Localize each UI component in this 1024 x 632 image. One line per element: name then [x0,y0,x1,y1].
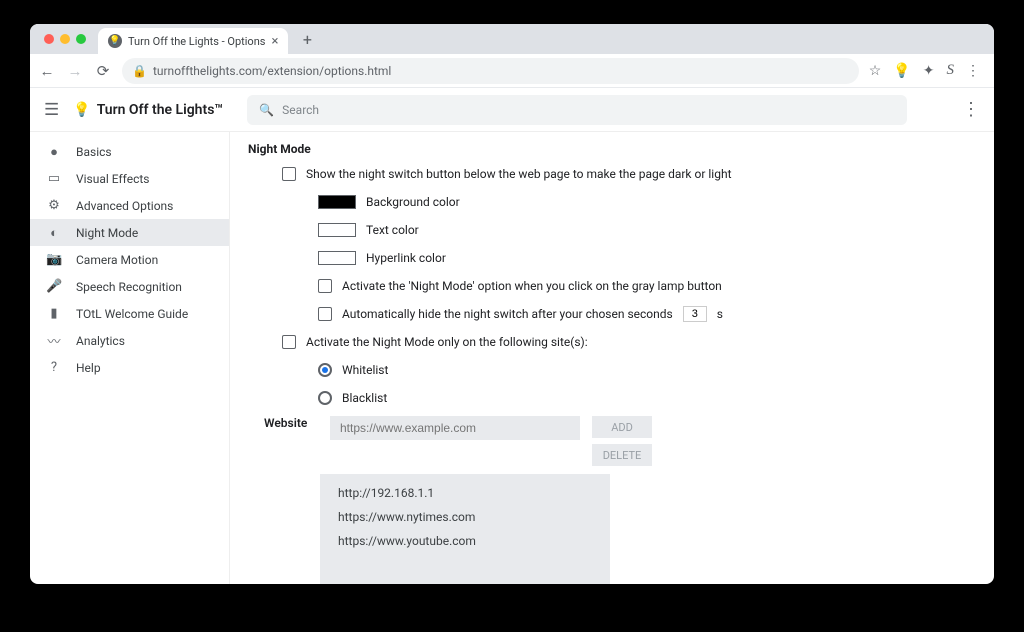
delete-button[interactable]: DELETE [592,444,652,466]
app-brand: 💡 Turn Off the Lights™ [73,102,223,118]
analytics-icon: 〰 [46,331,62,350]
color-label: Text color [366,223,419,237]
sidebar-item-basics[interactable]: ● Basics [30,138,229,165]
browser-toolbar: ← → ⟳ 🔒 turnoffthelights.com/extension/o… [30,54,994,88]
color-swatch-bg[interactable] [318,195,356,209]
sidebar-item-speech[interactable]: 🎤 Speech Recognition [30,273,229,300]
close-window-icon[interactable] [44,34,54,44]
hamburger-icon[interactable]: ☰ [44,100,59,120]
website-input[interactable] [330,416,580,440]
sidebar-item-label: Basics [76,145,112,159]
url-text: turnoffthelights.com/extension/options.h… [153,64,391,78]
list-item[interactable]: https://www.youtube.com [338,534,592,548]
lock-icon: 🔒 [132,64,147,78]
visual-effects-icon: ▭ [46,171,62,186]
checkbox-following-sites[interactable] [282,335,296,349]
sidebar-item-analytics[interactable]: 〰 Analytics [30,327,229,354]
row-text-color: Text color [318,220,976,240]
sidebar-item-label: Visual Effects [76,172,149,186]
option-label: Automatically hide the night switch afte… [342,307,673,321]
extensions-icon[interactable]: ✦ [923,63,935,79]
speech-icon: 🎤 [46,279,62,294]
search-icon: 🔍 [259,103,274,117]
help-icon: ? [46,360,62,375]
radio-row-whitelist: Whitelist [318,360,976,380]
forward-button[interactable]: → [66,62,84,80]
tab-title: Turn Off the Lights - Options [128,35,265,48]
basics-icon: ● [46,144,62,160]
address-bar[interactable]: 🔒 turnoffthelights.com/extension/options… [122,58,859,84]
sidebar-item-label: Camera Motion [76,253,158,267]
camera-icon: 📷 [46,252,62,267]
website-input-row: Website ADD DELETE [264,416,976,466]
sidebar-item-visual-effects[interactable]: ▭ Visual Effects [30,165,229,192]
sidebar-item-guide[interactable]: ▮ TOtL Welcome Guide [30,300,229,327]
radio-row-blacklist: Blacklist [318,388,976,408]
star-icon[interactable]: ☆ [869,63,882,79]
row-bg-color: Background color [318,192,976,212]
sidebar-item-night-mode[interactable]: ◐ Night Mode [30,219,229,246]
color-swatch-link[interactable] [318,251,356,265]
sidebar-item-label: Speech Recognition [76,280,182,294]
option-gray-lamp: Activate the 'Night Mode' option when yo… [318,276,976,296]
option-auto-hide: Automatically hide the night switch afte… [318,304,976,324]
new-tab-button[interactable]: + [294,30,320,49]
sidebar: ● Basics ▭ Visual Effects ⚙ Advanced Option… [30,132,230,584]
checkbox-show-switch[interactable] [282,167,296,181]
section-title: Night Mode [248,142,976,156]
option-label: Activate the Night Mode only on the foll… [306,335,588,349]
sidebar-item-label: TOtL Welcome Guide [76,307,188,321]
sidebar-item-label: Help [76,361,101,375]
search-placeholder: Search [282,103,319,117]
radio-label: Whitelist [342,363,388,377]
minimize-window-icon[interactable] [60,34,70,44]
option-show-switch: Show the night switch button below the w… [282,164,976,184]
sidebar-item-advanced[interactable]: ⚙ Advanced Options [30,192,229,219]
website-label: Website [264,416,318,430]
sidebar-item-label: Analytics [76,334,125,348]
app-menu-icon[interactable]: ⋮ [962,99,980,120]
list-item[interactable]: http://192.168.1.1 [338,486,592,500]
main-panel: Night Mode Show the night switch button … [230,132,994,584]
option-following-sites: Activate the Night Mode only on the foll… [282,332,976,352]
browser-tab[interactable]: 💡 Turn Off the Lights - Options × [98,28,288,54]
browser-menu-icon[interactable]: ⋮ [966,63,980,79]
user-icon[interactable]: S [947,62,955,79]
bulb-icon: 💡 [73,102,90,118]
guide-icon: ▮ [46,306,62,321]
extension-bulb-icon[interactable]: 💡 [893,63,910,79]
browser-tabbar: 💡 Turn Off the Lights - Options × + [30,24,994,54]
seconds-suffix: s [717,307,723,321]
sidebar-item-camera[interactable]: 📷 Camera Motion [30,246,229,273]
radio-whitelist[interactable] [318,363,332,377]
color-swatch-text[interactable] [318,223,356,237]
option-label: Show the night switch button below the w… [306,167,732,181]
search-input[interactable]: 🔍 Search [247,95,907,125]
app-header: ☰ 💡 Turn Off the Lights™ 🔍 Search ⋮ [30,88,994,132]
bulb-icon: 💡 [108,34,122,48]
row-link-color: Hyperlink color [318,248,976,268]
seconds-input[interactable] [683,306,707,322]
radio-blacklist[interactable] [318,391,332,405]
list-item[interactable]: https://www.nytimes.com [338,510,592,524]
reload-button[interactable]: ⟳ [94,62,112,80]
back-button[interactable]: ← [38,62,56,80]
advanced-icon: ⚙ [46,198,62,213]
window-controls [44,34,86,44]
close-tab-icon[interactable]: × [271,34,278,49]
maximize-window-icon[interactable] [76,34,86,44]
color-label: Background color [366,195,460,209]
option-label: Activate the 'Night Mode' option when yo… [342,279,722,293]
brand-text: Turn Off the Lights™ [97,102,224,118]
add-button[interactable]: ADD [592,416,652,438]
checkbox-auto-hide[interactable] [318,307,332,321]
night-mode-icon: ◐ [46,225,62,241]
checkbox-gray-lamp[interactable] [318,279,332,293]
radio-label: Blacklist [342,391,387,405]
sites-listbox[interactable]: http://192.168.1.1 https://www.nytimes.c… [320,474,610,584]
sidebar-item-label: Advanced Options [76,199,173,213]
sidebar-item-help[interactable]: ? Help [30,354,229,381]
sidebar-item-label: Night Mode [76,226,138,240]
color-label: Hyperlink color [366,251,446,265]
